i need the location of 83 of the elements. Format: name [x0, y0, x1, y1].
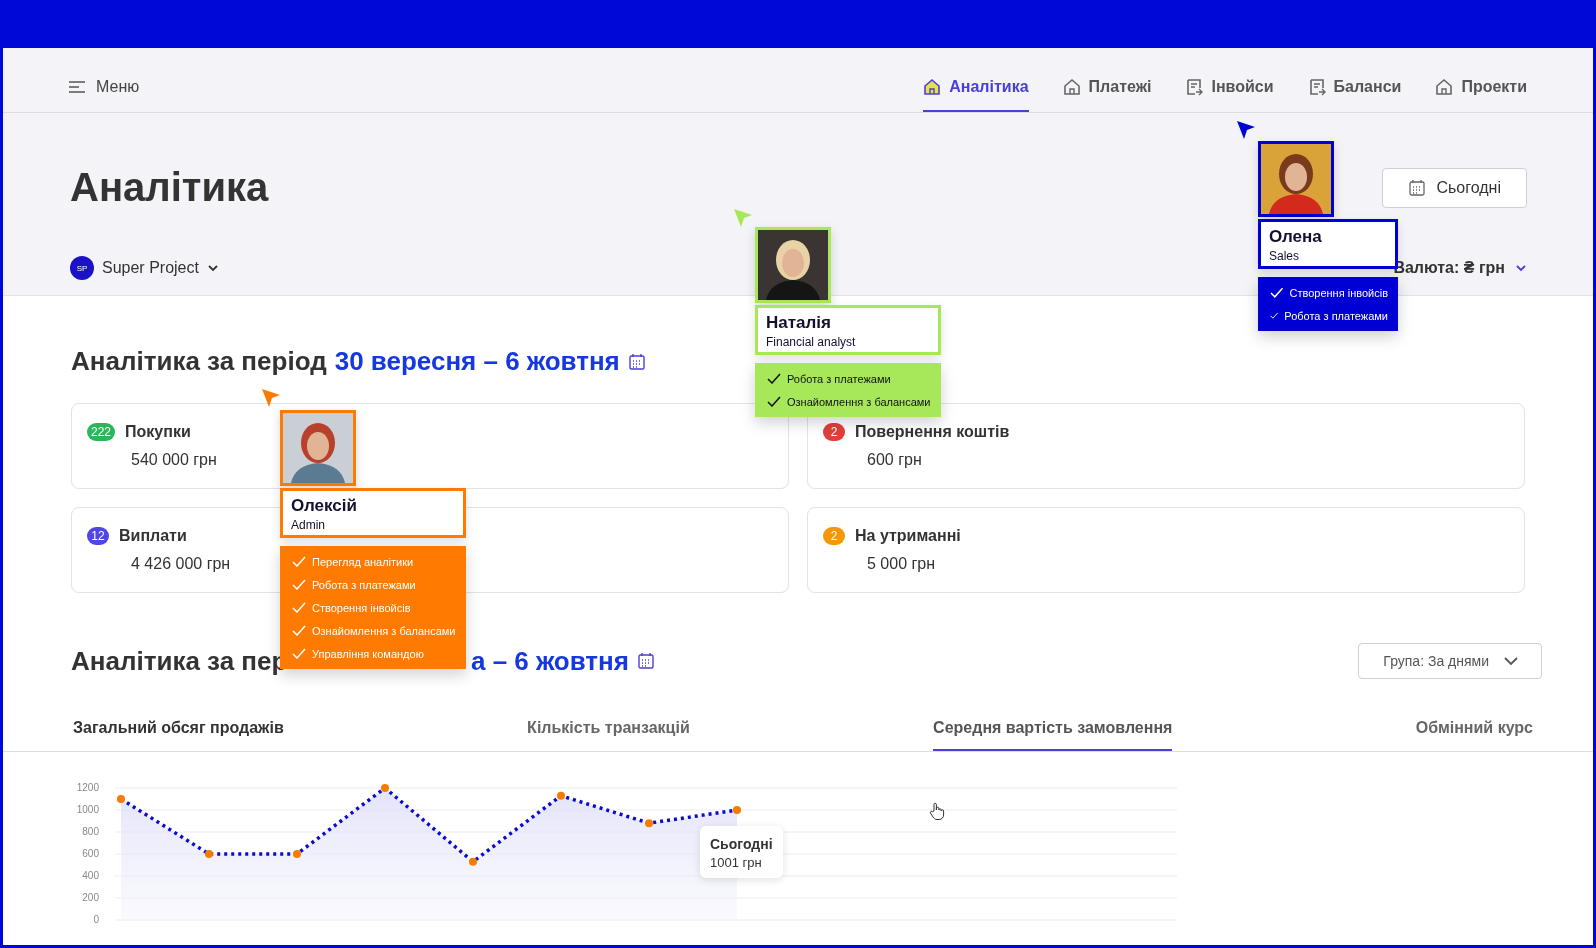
- stat-amount: 540 000 грн: [131, 451, 217, 469]
- calendar-icon: [636, 652, 655, 670]
- nav-tab[interactable]: Інвойси: [1185, 62, 1274, 112]
- nav-tab[interactable]: Платежі: [1062, 62, 1152, 112]
- stat-label: Виплати: [119, 527, 187, 545]
- menu-icon: [68, 80, 86, 94]
- stat-label: Повернення коштів: [855, 423, 1010, 441]
- y-axis-label: 800: [82, 826, 99, 837]
- stat-label: Покупки: [125, 423, 191, 441]
- user-name: Олексій: [291, 496, 358, 516]
- house-icon: [923, 78, 942, 96]
- data-point: [293, 850, 301, 858]
- today-button[interactable]: Сьогодні: [1382, 167, 1527, 208]
- nav-tab[interactable]: Проекти: [1435, 62, 1527, 112]
- project-selector[interactable]: SP Super Project: [70, 256, 219, 280]
- stat-amount: 5 000 грн: [867, 555, 936, 573]
- check-icon: [767, 396, 781, 407]
- chevron-down-icon: [1515, 264, 1527, 272]
- y-axis-label: 1200: [76, 782, 99, 793]
- y-axis-label: 0: [93, 914, 99, 925]
- period-link[interactable]: 30 вересня – 6 жовтня: [334, 346, 620, 377]
- metric-tab[interactable]: Середня вартість замовлення: [933, 715, 1173, 751]
- count-badge: 2: [823, 527, 845, 545]
- chevron-down-icon: [206, 264, 219, 272]
- stat-label: На утриманні: [855, 527, 961, 545]
- check-icon: [292, 579, 306, 590]
- permission-item: Робота з платежами: [312, 578, 416, 591]
- stat-amount: 600 грн: [867, 451, 922, 469]
- house-icon: [1435, 78, 1454, 96]
- group-dropdown[interactable]: Група: За днями: [1358, 643, 1542, 679]
- document-icon: [1307, 78, 1326, 96]
- check-icon: [767, 373, 781, 384]
- data-point: [557, 791, 565, 800]
- data-point: [117, 795, 125, 803]
- permission-item: Ознайомлення з балансами: [312, 624, 456, 637]
- data-point: [645, 819, 653, 828]
- y-axis-label: 400: [82, 870, 99, 881]
- count-badge: 2: [823, 423, 845, 441]
- metric-tab[interactable]: Кількість транзакцій: [527, 715, 690, 751]
- project-avatar: SP: [70, 256, 94, 280]
- document-icon: [1185, 78, 1204, 96]
- metric-tab[interactable]: Загальний обсяг продажів: [73, 715, 284, 751]
- user-name: Наталія: [766, 313, 832, 333]
- hand-cursor-icon: [929, 802, 945, 820]
- check-icon: [292, 602, 306, 613]
- chevron-down-icon: [1503, 656, 1519, 666]
- check-icon: [292, 556, 306, 567]
- data-point: [381, 784, 389, 792]
- y-axis-label: 200: [82, 892, 99, 903]
- period-link[interactable]: а – 6 жовтня: [471, 645, 629, 677]
- tooltip-title: Сьогодні: [710, 836, 773, 852]
- permission-item: Перегляд аналітики: [312, 555, 414, 568]
- check-icon: [292, 625, 306, 636]
- permission-item: Створення інвойсів: [312, 601, 411, 614]
- data-point: [733, 806, 741, 814]
- y-axis-label: 600: [82, 848, 99, 859]
- user-role: Financial analyst: [766, 335, 857, 349]
- y-axis-label: 1000: [76, 804, 99, 815]
- stat-amount: 4 426 000 грн: [131, 555, 231, 573]
- user-role: Admin: [291, 518, 326, 532]
- permission-item: Управління командою: [312, 647, 424, 660]
- count-badge: 222: [87, 423, 116, 441]
- tooltip-value: 1001 грн: [710, 855, 763, 870]
- data-point: [469, 857, 477, 866]
- permission-item: Створення інвойсів: [1289, 286, 1388, 299]
- section-heading: Аналітика за період: [71, 346, 327, 377]
- permission-item: Робота з платежами: [1284, 309, 1388, 322]
- page-title: Аналітика: [70, 165, 269, 210]
- count-badge: 12: [87, 527, 109, 545]
- user-name: Олена: [1269, 227, 1323, 247]
- metric-tab[interactable]: Обмінний курс: [1415, 715, 1533, 751]
- check-icon: [1270, 310, 1279, 321]
- check-icon: [292, 648, 306, 659]
- house-icon: [1062, 78, 1081, 96]
- user-role: Sales: [1269, 249, 1301, 263]
- calendar-icon: [627, 352, 646, 371]
- permission-item: Робота з платежами: [787, 372, 891, 385]
- check-icon: [1270, 287, 1284, 298]
- permission-item: Ознайомлення з балансами: [787, 395, 931, 408]
- calendar-icon: [1408, 178, 1427, 197]
- data-point: [205, 850, 213, 858]
- menu-button[interactable]: Меню: [68, 62, 140, 112]
- nav-tab[interactable]: Баланси: [1307, 62, 1402, 112]
